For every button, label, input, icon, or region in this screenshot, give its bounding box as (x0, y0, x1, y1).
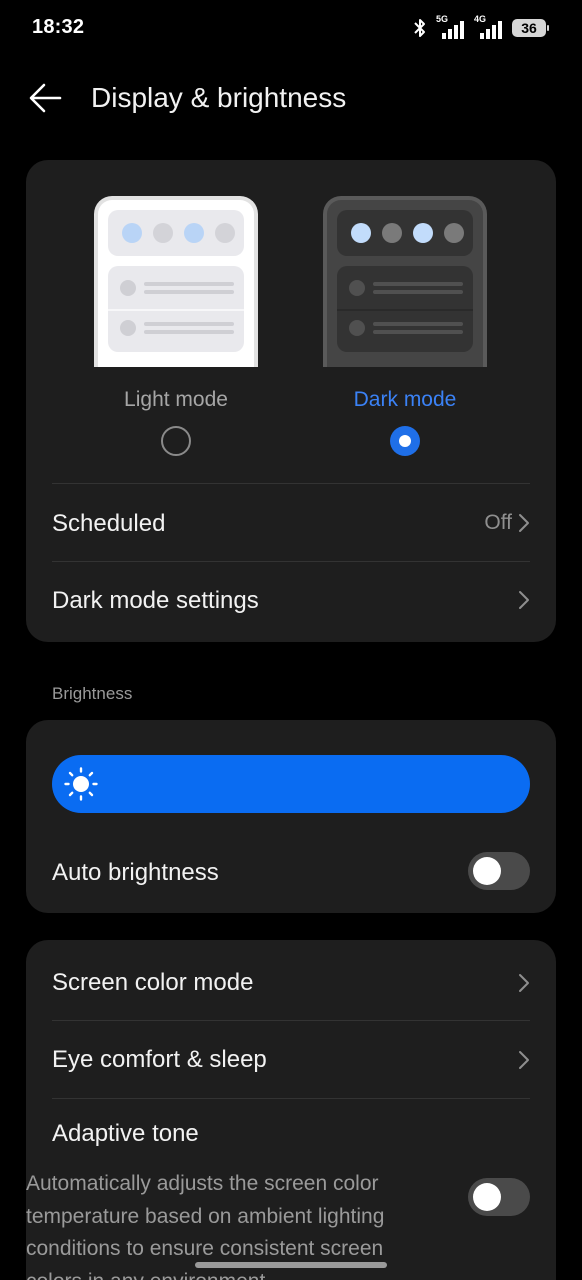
status-icons: 5G 4G 36 (412, 14, 549, 42)
bluetooth-icon (414, 19, 425, 37)
chevron-right-icon (519, 1051, 529, 1069)
screen-color-mode-row[interactable]: Screen color mode (26, 943, 556, 1021)
dark-mode-settings-row[interactable]: Dark mode settings (26, 562, 556, 640)
preview-quick-settings (337, 210, 473, 256)
preview-list (337, 266, 473, 352)
theme-card: Light mode Dark mode Scheduled Off Dark … (26, 160, 556, 642)
preview-dot (122, 223, 142, 243)
scheduled-row[interactable]: Scheduled Off (26, 484, 556, 562)
preview-row (347, 280, 463, 298)
preview-row (118, 320, 234, 338)
auto-brightness-toggle[interactable] (468, 852, 530, 890)
adaptive-tone-toggle[interactable] (468, 1178, 530, 1216)
screen-color-mode-label: Screen color mode (52, 969, 254, 996)
preview-dot (153, 223, 173, 243)
arrow-left-icon[interactable] (26, 80, 66, 116)
brightness-section-label: Brightness (52, 684, 133, 703)
auto-brightness-label: Auto brightness (52, 859, 219, 886)
preview-quick-settings (108, 210, 244, 256)
dark-mode-radio[interactable] (390, 426, 420, 456)
status-bar: 18:32 5G 4G 36 (0, 0, 582, 56)
preview-dot (351, 223, 371, 243)
signal-icon: 4G (474, 14, 504, 40)
preview-dot (382, 223, 402, 243)
sun-icon (64, 767, 98, 801)
brightness-slider[interactable] (52, 755, 530, 813)
status-time: 18:32 (32, 16, 85, 38)
chevron-right-icon (519, 591, 529, 609)
signal-icon: 5G (436, 14, 466, 40)
dark-mode-label[interactable]: Dark mode (305, 388, 505, 412)
eye-comfort-row[interactable]: Eye comfort & sleep (26, 1021, 556, 1099)
page-title: Display & brightness (91, 82, 347, 113)
preview-dot (184, 223, 204, 243)
preview-list (108, 266, 244, 352)
preview-dot (444, 223, 464, 243)
light-mode-preview[interactable] (94, 196, 258, 367)
battery-icon: 36 (512, 19, 549, 37)
light-mode-radio[interactable] (161, 426, 191, 456)
divider (52, 1098, 530, 1099)
chevron-right-icon (519, 514, 529, 532)
screen: 18:32 5G 4G 36 Display & brightness Ligh… (0, 0, 582, 1280)
preview-row (347, 320, 463, 338)
auto-brightness-row: Auto brightness (26, 834, 556, 912)
dark-mode-preview[interactable] (323, 196, 487, 367)
adaptive-tone-label: Adaptive tone (52, 1120, 199, 1147)
preview-dot (215, 223, 235, 243)
dark-mode-settings-label: Dark mode settings (52, 587, 259, 614)
preview-row (118, 280, 234, 298)
brightness-card: Auto brightness (26, 720, 556, 913)
preview-dot (413, 223, 433, 243)
battery-level: 36 (521, 20, 537, 36)
scheduled-label: Scheduled (52, 510, 166, 537)
chevron-right-icon (519, 974, 529, 992)
eye-comfort-label: Eye comfort & sleep (52, 1046, 267, 1073)
scheduled-value: Off (484, 511, 512, 534)
light-mode-label[interactable]: Light mode (76, 388, 276, 412)
home-indicator[interactable] (195, 1262, 387, 1268)
